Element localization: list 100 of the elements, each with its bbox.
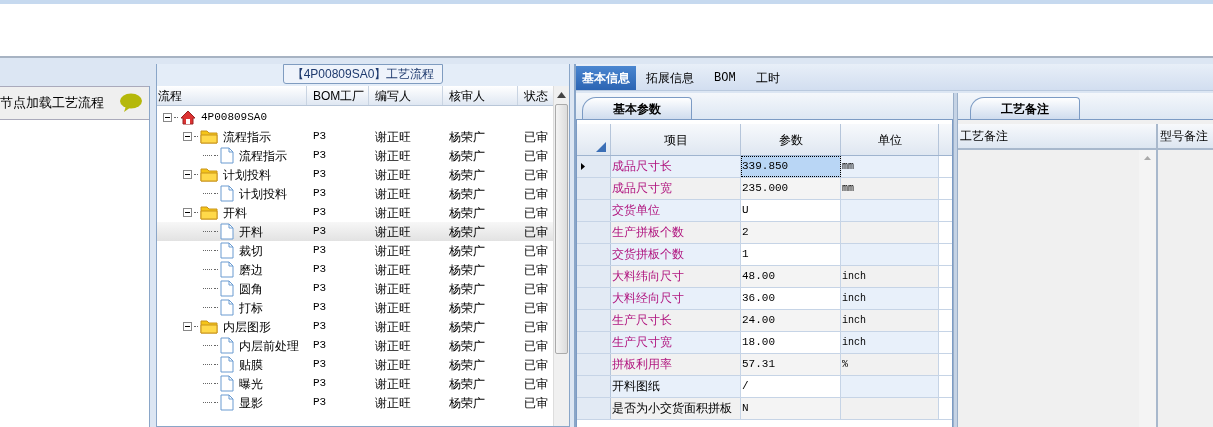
column-header[interactable]: 单位 xyxy=(841,124,939,155)
vertical-scrollbar[interactable] xyxy=(553,86,569,426)
tree-node-label: 开料 xyxy=(223,204,247,222)
tree-row[interactable]: 显影 P3 谢正旺 杨荣广 已审 xyxy=(157,393,553,412)
collapse-toggle[interactable] xyxy=(163,113,172,122)
tree-row[interactable]: 磨边 P3 谢正旺 杨荣广 已审 xyxy=(157,260,553,279)
tree-node-label: 内层图形 xyxy=(223,318,271,336)
table-cell: % xyxy=(841,354,939,375)
tree-node-label: 计划投料 xyxy=(223,166,271,184)
table-cell: 大料纬向尺寸 xyxy=(611,266,741,287)
tree-node-label: 内层前处理 xyxy=(239,337,299,355)
column-header[interactable]: 流程 xyxy=(157,86,307,105)
table-cell-text: 杨荣广 xyxy=(448,299,486,317)
table-cell-text: 杨荣广 xyxy=(448,204,486,222)
table-cell-text: 杨荣广 xyxy=(448,147,486,165)
tree-row[interactable]: 流程指示 P3 谢正旺 杨荣广 已审 xyxy=(157,146,553,165)
table-cell[interactable]: N xyxy=(741,398,841,419)
table-cell: 成品尺寸宽 xyxy=(611,178,741,199)
table-cell-text: P3 xyxy=(312,167,328,183)
table-cell-text: 杨荣广 xyxy=(448,261,486,279)
tree-row[interactable]: 计划投料 P3 谢正旺 杨荣广 已审 xyxy=(157,184,553,203)
document-icon xyxy=(220,280,234,297)
collapse-toggle[interactable] xyxy=(183,132,192,141)
table-cell-text: P3 xyxy=(312,300,328,316)
table-cell-text: 谢正旺 xyxy=(374,337,412,355)
tree-row[interactable]: 内层图形 P3 谢正旺 杨荣广 已审 xyxy=(157,317,553,336)
tree-node-label: 磨边 xyxy=(239,261,263,279)
table-cell[interactable]: 339.850 xyxy=(741,156,841,177)
table-cell[interactable]: 1 xyxy=(741,244,841,265)
table-cell-text: P3 xyxy=(312,338,328,354)
table-cell[interactable]: 48.00 xyxy=(741,266,841,287)
tree-row[interactable]: 内层前处理 P3 谢正旺 杨荣广 已审 xyxy=(157,336,553,355)
tree-row[interactable]: 打标 P3 谢正旺 杨荣广 已审 xyxy=(157,298,553,317)
table-cell-text: P3 xyxy=(312,243,328,259)
row-selector[interactable] xyxy=(577,156,611,177)
table-cell[interactable]: 57.31 xyxy=(741,354,841,375)
table-cell: 交货单位 xyxy=(611,200,741,221)
column-header[interactable]: 项目 xyxy=(611,124,741,155)
table-cell-text: 谢正旺 xyxy=(374,394,412,412)
table-cell: inch xyxy=(841,288,939,309)
table-cell: inch xyxy=(841,332,939,353)
table-cell-text: 杨荣广 xyxy=(448,128,486,146)
tree-row[interactable]: 开料 P3 谢正旺 杨荣广 已审 xyxy=(157,203,553,222)
table-cell-text: 谢正旺 xyxy=(374,223,412,241)
tab[interactable]: 基本信息 xyxy=(576,66,636,90)
table-cell-text: 杨荣广 xyxy=(448,242,486,260)
table-cell[interactable]: 18.00 xyxy=(741,332,841,353)
table-cell-text: 已审 xyxy=(523,204,549,222)
tab[interactable]: 拓展信息 xyxy=(640,66,700,90)
scroll-up-icon[interactable] xyxy=(557,92,566,98)
table-cell[interactable]: 2 xyxy=(741,222,841,243)
table-cell-text: 已审 xyxy=(523,337,549,355)
table-cell: 大料经向尺寸 xyxy=(611,288,741,309)
table-cell-text: 杨荣广 xyxy=(448,356,486,374)
table-cell-text: 谢正旺 xyxy=(374,185,412,203)
tree-row[interactable]: 开料 P3 谢正旺 杨荣广 已审 xyxy=(157,222,553,241)
table-cell-text: 杨荣广 xyxy=(448,223,486,241)
document-icon xyxy=(220,337,234,354)
tab[interactable]: BOM xyxy=(704,66,746,90)
panel-tab[interactable]: 工艺备注 xyxy=(970,97,1080,119)
folder-icon xyxy=(200,129,218,144)
tree-node-label: 4P00809SA0 xyxy=(201,110,267,126)
column-header[interactable]: 编写人 xyxy=(369,86,443,105)
tree-row[interactable]: 流程指示 P3 谢正旺 杨荣广 已审 xyxy=(157,127,553,146)
table-cell[interactable]: / xyxy=(741,376,841,397)
table-cell-text: P3 xyxy=(312,281,328,297)
collapse-toggle[interactable] xyxy=(183,208,192,217)
table-cell-text: 杨荣广 xyxy=(448,318,486,336)
table-cell: 拼板利用率 xyxy=(611,354,741,375)
table-cell-text: 已审 xyxy=(523,185,549,203)
tree-row[interactable]: 圆角 P3 谢正旺 杨荣广 已审 xyxy=(157,279,553,298)
tree-row[interactable]: 计划投料 P3 谢正旺 杨荣广 已审 xyxy=(157,165,553,184)
table-cell-text: 已审 xyxy=(523,318,549,336)
table-cell[interactable]: 235.000 xyxy=(741,178,841,199)
table-cell-text: 杨荣广 xyxy=(448,337,486,355)
column-header[interactable]: 参数 xyxy=(741,124,841,155)
tab[interactable]: 工时 xyxy=(749,66,786,90)
tree-node-label: 开料 xyxy=(239,223,263,241)
column-header[interactable]: BOM工厂 xyxy=(307,86,369,105)
document-icon xyxy=(220,261,234,278)
table-cell[interactable]: U xyxy=(741,200,841,221)
table-cell-text: 谢正旺 xyxy=(374,261,412,279)
table-cell-text: 已审 xyxy=(523,280,549,298)
collapse-toggle[interactable] xyxy=(183,322,192,331)
tree-node-label: 流程指示 xyxy=(239,147,287,165)
table-cell-text: P3 xyxy=(312,205,328,221)
panel-tab[interactable]: 基本参数 xyxy=(582,97,692,119)
tree-row[interactable]: 裁切 P3 谢正旺 杨荣广 已审 xyxy=(157,241,553,260)
table-cell-text: 谢正旺 xyxy=(374,242,412,260)
scrollbar-thumb[interactable] xyxy=(555,104,568,354)
table-cell-text: 谢正旺 xyxy=(374,166,412,184)
collapse-toggle[interactable] xyxy=(183,170,192,179)
column-header[interactable]: 核审人 xyxy=(443,86,518,105)
tree-row[interactable]: 贴膜 P3 谢正旺 杨荣广 已审 xyxy=(157,355,553,374)
folder-icon xyxy=(200,319,218,334)
tree-row[interactable]: 曝光 P3 谢正旺 杨荣广 已审 xyxy=(157,374,553,393)
table-cell[interactable]: 36.00 xyxy=(741,288,841,309)
table-cell[interactable]: 24.00 xyxy=(741,310,841,331)
tree-row[interactable]: 4P00809SA0 xyxy=(157,108,553,127)
table-cell-text: 谢正旺 xyxy=(374,356,412,374)
